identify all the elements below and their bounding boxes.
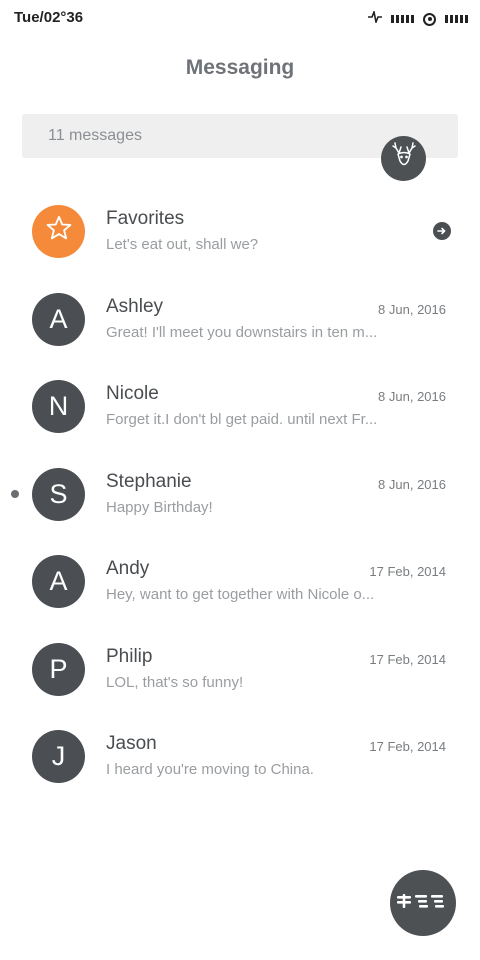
avatar: A (32, 292, 85, 346)
conversation-date: 17 Feb, 2014 (369, 651, 446, 667)
battery-icon (445, 15, 468, 23)
conversation-name: Philip (106, 645, 153, 667)
favorites-avatar (32, 205, 85, 258)
conversation-preview: LOL, that's so funny! (106, 673, 244, 691)
messaging-screen: Tue/02°36 Messaging 11 messages Favorite… (0, 0, 480, 960)
conversation-item-stephanie[interactable]: S Stephanie Happy Birthday! 8 Jun, 2016 (0, 453, 480, 541)
conversation-name: Andy (106, 558, 150, 579)
conversation-preview: Happy Birthday! (106, 498, 213, 516)
conversation-date: 8 Jun, 2016 (378, 389, 446, 404)
avatar: S (32, 467, 85, 521)
target-icon (423, 12, 436, 26)
activity-icon (368, 9, 382, 28)
avatar: J (32, 730, 85, 783)
conversation-date: 17 Feb, 2014 (369, 739, 446, 754)
conversation-item-ashley[interactable]: A Ashley Great! I'll meet you downstairs… (0, 278, 480, 366)
conversation-preview: Let's eat out, shall we? (106, 236, 259, 253)
conversation-date: 8 Jun, 2016 (378, 476, 446, 492)
avatar: N (32, 380, 85, 433)
conversation-name: Favorites (106, 208, 185, 229)
page-title: Messaging (185, 56, 295, 79)
conversation-preview: Forget it.I don't bl get paid. until nex… (106, 411, 378, 428)
conversation-preview: I heard you're moving to China. (106, 761, 314, 778)
conversation-item-philip[interactable]: P Philip LOL, that's so funny! 17 Feb, 2… (0, 628, 480, 716)
search-text: 11 messages (48, 127, 142, 144)
conversation-name: Ashley (106, 295, 164, 317)
status-icons (368, 9, 468, 28)
deer-button[interactable] (381, 136, 426, 181)
avatar: A (32, 555, 85, 608)
deer-icon (391, 142, 417, 175)
status-time: Tue/02°36 (14, 9, 84, 26)
signal-icon (391, 15, 414, 23)
conversation-name: Nicole (106, 383, 159, 404)
unread-indicator (11, 489, 19, 498)
conversation-list: Favorites Let's eat out, shall we? A Ash… (0, 190, 480, 803)
status-bar: Tue/02°36 (0, 0, 480, 36)
conversation-item-favorites[interactable]: Favorites Let's eat out, shall we? (0, 190, 480, 278)
avatar: P (32, 642, 85, 696)
conversation-name: Stephanie (106, 470, 192, 492)
compose-icon (395, 892, 451, 915)
conversation-preview: Hey, want to get together with Nicole o.… (106, 586, 375, 603)
conversation-item-jason[interactable]: J Jason I heard you're moving to China. … (0, 715, 480, 803)
conversation-item-nicole[interactable]: N Nicole Forget it.I don't bl get paid. … (0, 365, 480, 453)
conversation-item-andy[interactable]: A Andy Hey, want to get together with Ni… (0, 540, 480, 628)
conversation-preview: Great! I'll meet you downstairs in ten m… (106, 323, 378, 341)
conversation-date: 17 Feb, 2014 (369, 564, 446, 579)
conversation-name: Jason (106, 733, 157, 754)
compose-button[interactable] (390, 870, 456, 936)
star-icon (45, 214, 73, 249)
conversation-date: 8 Jun, 2016 (378, 301, 446, 317)
arrow-right-icon[interactable] (433, 222, 451, 240)
